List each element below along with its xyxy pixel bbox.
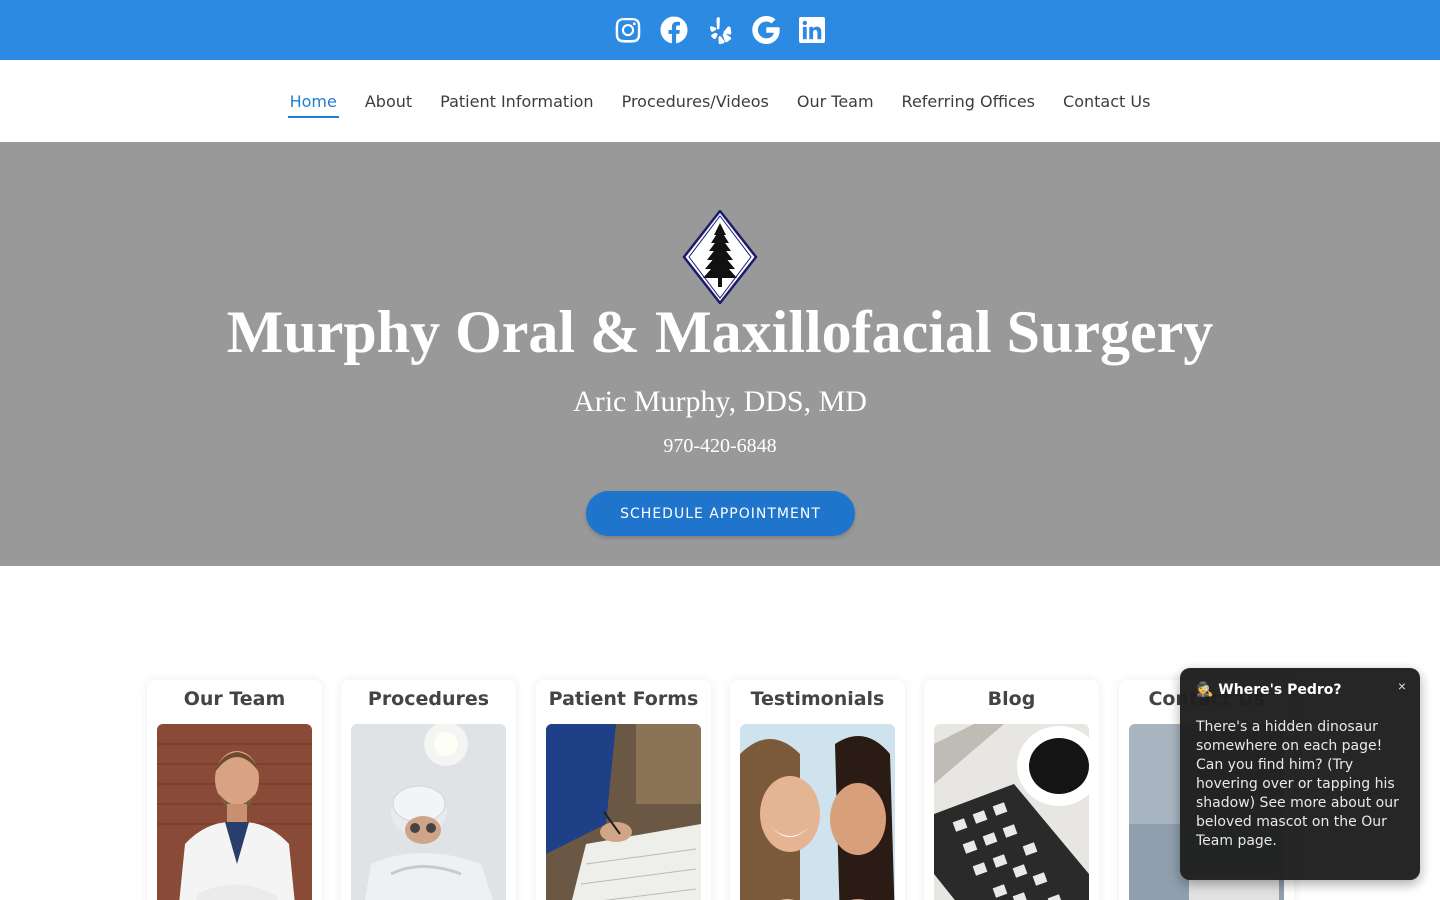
doctor-name: Aric Murphy, DDS, MD <box>573 385 867 418</box>
card-procedures[interactable]: Procedures <box>341 680 516 900</box>
card-our-team[interactable]: Our Team <box>147 680 322 900</box>
schedule-appointment-button[interactable]: SCHEDULE APPOINTMENT <box>586 491 855 536</box>
page-title: Murphy Oral & Maxillofacial Surgery <box>226 299 1214 365</box>
popup-body: There's a hidden dinosaur somewhere on e… <box>1196 719 1399 849</box>
card-testimonials[interactable]: Testimonials <box>730 680 905 900</box>
card-title: Testimonials <box>750 688 885 710</box>
card-title: Patient Forms <box>548 688 699 710</box>
yelp-icon[interactable] <box>704 14 736 46</box>
nav-item-patient-information[interactable]: Patient Information <box>438 84 595 118</box>
nav-item-referring-offices[interactable]: Referring Offices <box>900 84 1037 118</box>
google-icon[interactable] <box>750 14 782 46</box>
nav-item-contact-us[interactable]: Contact Us <box>1061 84 1152 118</box>
surgeon-portrait-photo <box>157 724 312 900</box>
card-blog[interactable]: Blog <box>924 680 1099 900</box>
hero-section: Murphy Oral & Maxillofacial Surgery Aric… <box>0 142 1440 566</box>
linkedin-icon[interactable] <box>796 14 828 46</box>
social-bar <box>0 0 1440 60</box>
pine-tree-logo-icon <box>682 208 758 306</box>
card-title: Our Team <box>183 688 286 710</box>
nav-item-our-team[interactable]: Our Team <box>795 84 876 118</box>
phone-number[interactable]: 970-420-6848 <box>0 434 1440 458</box>
card-patient-forms[interactable]: Patient Forms <box>536 680 711 900</box>
keyboard-coffee-photo <box>934 724 1089 900</box>
nav-item-procedures-videos[interactable]: Procedures/Videos <box>620 84 771 118</box>
main-nav: Home About Patient Information Procedure… <box>0 60 1440 142</box>
surgeon-operating-photo <box>351 724 506 900</box>
wheres-pedro-popup: 🕵️ Where's Pedro? × There's a hidden din… <box>1180 668 1420 880</box>
instagram-icon[interactable] <box>612 14 644 46</box>
card-title: Procedures <box>367 688 490 710</box>
smiling-women-photo <box>740 724 895 900</box>
facebook-icon[interactable] <box>658 14 690 46</box>
popup-title: 🕵️ Where's Pedro? <box>1196 682 1342 698</box>
card-title: Blog <box>987 688 1036 710</box>
signing-paperwork-photo <box>546 724 701 900</box>
nav-item-about[interactable]: About <box>363 84 414 118</box>
close-icon[interactable]: × <box>1398 678 1406 694</box>
nav-item-home[interactable]: Home <box>287 84 340 118</box>
